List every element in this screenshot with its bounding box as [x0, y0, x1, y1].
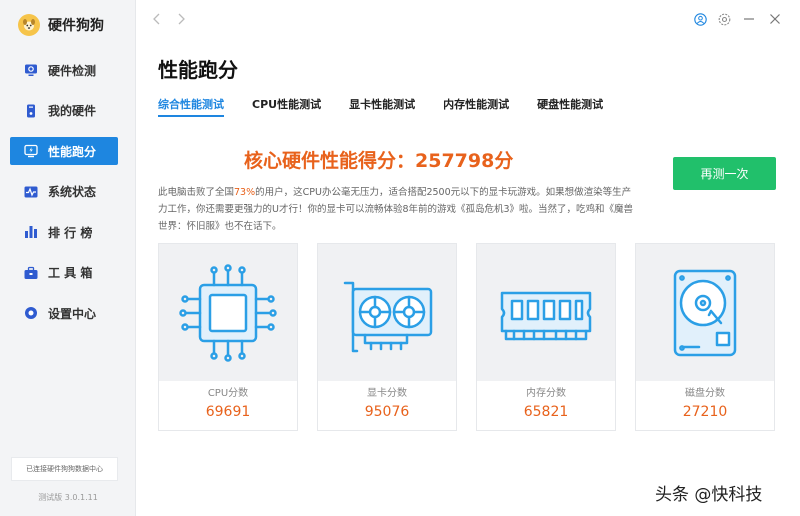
settings-button[interactable] — [717, 12, 731, 26]
gpu-icon — [318, 244, 456, 381]
title-bar — [136, 0, 800, 40]
memory-score-label: 内存分数 — [526, 388, 566, 399]
gpu-score-label: 显卡分数 — [367, 388, 407, 399]
tab-cpu[interactable]: CPU性能测试 — [252, 96, 321, 117]
gpu-score-value: 95076 — [364, 404, 410, 420]
sidebar-item-label: 工 具 箱 — [48, 266, 93, 280]
tab-overall[interactable]: 综合性能测试 — [158, 96, 224, 117]
cpu-score-value: 69691 — [205, 404, 251, 420]
back-button[interactable] — [150, 12, 164, 26]
benchmark-tabs: 综合性能测试 CPU性能测试 显卡性能测试 内存性能测试 硬盘性能测试 — [158, 96, 631, 117]
watermark: 头条 @快科技 — [655, 485, 763, 505]
toolbox-icon — [24, 266, 38, 280]
disk-score-card: 磁盘分数 27210 — [635, 243, 775, 431]
cpu-score-card: CPU分数 69691 — [158, 243, 298, 431]
sidebar-item-ranking[interactable]: 排 行 榜 — [10, 218, 118, 246]
sidebar-item-label: 硬件检测 — [48, 63, 97, 78]
brand: 硬件狗狗 — [18, 10, 104, 40]
close-button[interactable] — [768, 12, 782, 26]
tower-icon — [24, 104, 38, 118]
gpu-score-card: 显卡分数 95076 — [317, 243, 457, 431]
account-button[interactable] — [693, 12, 707, 26]
memory-score-value: 65821 — [523, 404, 569, 420]
sidebar: 硬件狗狗 硬件检测 我的硬件 性能跑分 系统状态 排 行 榜 工 具 箱 设置中… — [0, 0, 136, 516]
db-connection-status: 已连接硬件狗狗数据中心 — [11, 457, 118, 481]
disk-score-value: 27210 — [682, 404, 728, 420]
app-name: 硬件狗狗 — [48, 18, 104, 34]
page-title: 性能跑分 — [158, 58, 238, 82]
tab-disk[interactable]: 硬盘性能测试 — [537, 96, 603, 117]
minimize-icon — [744, 18, 754, 20]
sidebar-item-label: 性能跑分 — [48, 144, 97, 159]
sidebar-item-label: 系统状态 — [48, 185, 97, 199]
score-description: 此电脑击败了全国73%的用户，这CPU办公毫无压力，适合搭配2500元以下的显卡… — [158, 184, 638, 235]
tab-gpu[interactable]: 显卡性能测试 — [349, 96, 415, 117]
bar-chart-icon — [24, 225, 38, 239]
forward-button[interactable] — [174, 12, 188, 26]
sidebar-item-system-status[interactable]: 系统状态 — [10, 178, 118, 206]
pulse-icon — [24, 185, 38, 199]
sidebar-item-settings[interactable]: 设置中心 — [10, 299, 118, 327]
sidebar-item-toolbox[interactable]: 工 具 箱 — [10, 259, 118, 287]
ram-icon — [477, 244, 615, 381]
description-prefix: 此电脑击败了全国 — [158, 187, 235, 198]
gear-icon — [718, 13, 730, 25]
close-icon — [770, 14, 780, 24]
settings-icon — [24, 306, 38, 320]
sidebar-item-my-hardware[interactable]: 我的硬件 — [10, 97, 118, 125]
version-label: 测试版 3.0.1.11 — [38, 493, 98, 502]
memory-score-card: 内存分数 65821 — [476, 243, 616, 431]
hdd-icon — [636, 244, 774, 381]
beat-percentage: 73% — [234, 187, 256, 198]
chevron-right-icon — [178, 13, 185, 25]
minimize-button[interactable] — [742, 12, 756, 26]
sidebar-item-label: 排 行 榜 — [48, 225, 93, 240]
sidebar-item-label: 设置中心 — [48, 306, 97, 321]
monitor-icon — [24, 63, 38, 77]
total-score-heading: 核心硬件性能得分：257798分 — [244, 150, 514, 172]
user-icon — [693, 12, 707, 26]
sidebar-item-benchmark[interactable]: 性能跑分 — [10, 137, 118, 165]
disk-score-label: 磁盘分数 — [685, 388, 725, 399]
dog-logo-icon — [18, 14, 40, 36]
chevron-left-icon — [153, 13, 160, 25]
sidebar-item-label: 我的硬件 — [48, 104, 97, 118]
retest-button[interactable]: 再测一次 — [673, 157, 776, 190]
tab-memory[interactable]: 内存性能测试 — [443, 96, 509, 117]
benchmark-icon — [24, 144, 38, 158]
cpu-icon — [159, 244, 297, 381]
sidebar-item-hardware-detect[interactable]: 硬件检测 — [10, 56, 118, 84]
cpu-score-label: CPU分数 — [207, 388, 249, 399]
sidebar-nav: 硬件检测 我的硬件 性能跑分 系统状态 排 行 榜 工 具 箱 设置中心 — [10, 56, 118, 340]
